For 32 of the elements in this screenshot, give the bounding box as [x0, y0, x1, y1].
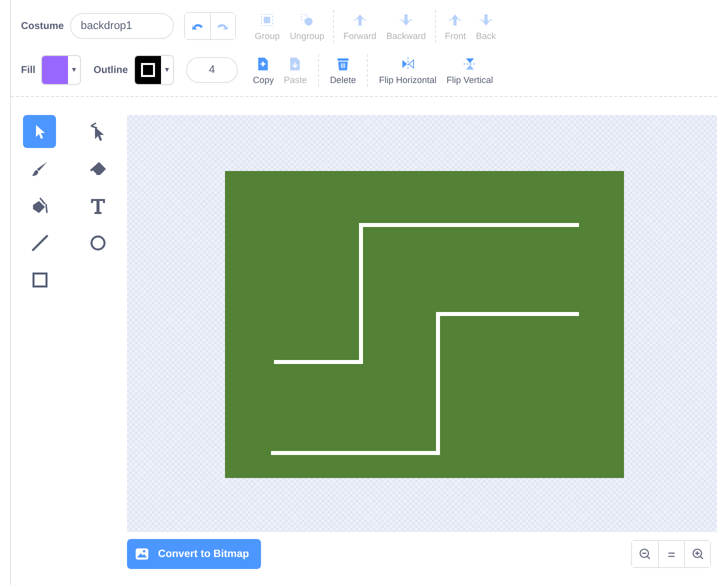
caret-icon — [72, 68, 76, 72]
caret-icon — [164, 68, 169, 72]
copy-button[interactable]: Copy — [250, 54, 277, 86]
up-arrow-icon — [352, 12, 368, 28]
ungroup-icon — [299, 12, 316, 28]
costume-name-field[interactable]: backdrop1 — [70, 13, 174, 39]
image-icon — [135, 547, 149, 561]
zoom-in-button[interactable] — [684, 541, 710, 567]
flip-vertical-icon — [462, 56, 478, 72]
square-icon — [30, 270, 50, 290]
fill-color-picker[interactable] — [41, 55, 82, 85]
fill-label: Fill — [21, 64, 36, 76]
costume-label: Costume — [21, 20, 64, 32]
flip-v-button[interactable]: Flip Vertical — [443, 54, 496, 86]
flip-horizontal-icon — [400, 56, 416, 72]
trash-icon — [334, 56, 351, 72]
up-arrow-icon — [447, 12, 464, 28]
circle-icon — [88, 232, 108, 252]
down-arrow-icon — [398, 12, 414, 28]
outline-color-picker[interactable] — [134, 55, 174, 85]
zoom-in-icon — [690, 547, 704, 561]
outline-label: Outline — [93, 64, 128, 76]
drawing-canvas[interactable] — [127, 115, 717, 532]
convert-to-bitmap-button[interactable]: Convert to Bitmap — [127, 539, 262, 569]
group-icon — [259, 12, 276, 28]
delete-button[interactable]: Delete — [326, 54, 359, 86]
flip-h-button[interactable]: Flip Horizontal — [376, 54, 440, 86]
zoom-out-icon — [638, 547, 652, 561]
down-arrow-icon — [478, 12, 494, 28]
select-tool-button[interactable] — [23, 115, 56, 148]
line-tool-icon — [30, 232, 50, 252]
outline-width-field[interactable]: 4 — [186, 57, 238, 83]
